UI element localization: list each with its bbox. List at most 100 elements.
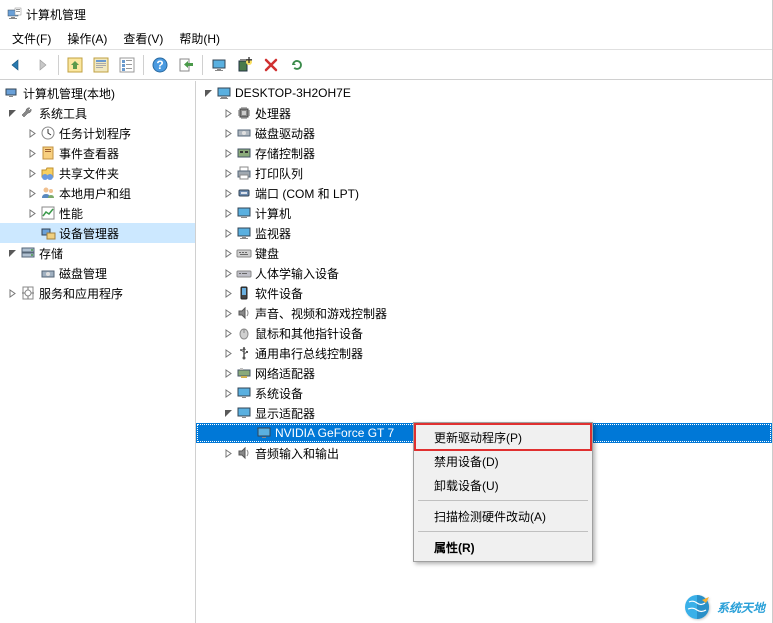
computer-icon — [236, 205, 252, 221]
properties-button[interactable] — [89, 53, 113, 77]
expand-icon[interactable] — [220, 205, 236, 221]
tree-performance[interactable]: 性能 — [0, 203, 195, 223]
watermark-text: 系统天地 — [717, 599, 765, 616]
tree-task-scheduler[interactable]: 任务计划程序 — [0, 123, 195, 143]
ctx-update-driver[interactable]: 更新驱动程序(P) — [416, 425, 590, 449]
expand-icon[interactable] — [220, 245, 236, 261]
tree-event-viewer[interactable]: 事件查看器 — [0, 143, 195, 163]
refresh-button[interactable] — [285, 53, 309, 77]
expand-icon[interactable] — [220, 285, 236, 301]
device-manager-icon — [40, 225, 56, 241]
expand-icon[interactable] — [24, 205, 40, 221]
device-computer[interactable]: 计算机 — [196, 203, 772, 223]
device-sound[interactable]: 声音、视频和游戏控制器 — [196, 303, 772, 323]
printer-icon — [236, 165, 252, 181]
menu-view[interactable]: 查看(V) — [115, 28, 171, 49]
expand-icon[interactable] — [220, 185, 236, 201]
expand-icon[interactable] — [220, 105, 236, 121]
collapse-icon[interactable] — [4, 105, 20, 121]
toolbar: ? + — [0, 50, 772, 80]
globe-icon — [683, 593, 711, 621]
device-disk-drives[interactable]: 磁盘驱动器 — [196, 123, 772, 143]
device-hid[interactable]: 人体学输入设备 — [196, 263, 772, 283]
list-button[interactable] — [115, 53, 139, 77]
device-display-adapters[interactable]: 显示适配器 — [196, 403, 772, 423]
help-button[interactable]: ? — [148, 53, 172, 77]
shared-folder-icon — [40, 165, 56, 181]
expand-icon[interactable] — [220, 265, 236, 281]
expand-icon[interactable] — [220, 365, 236, 381]
device-storage-ctrl[interactable]: 存储控制器 — [196, 143, 772, 163]
ctx-disable-device[interactable]: 禁用设备(D) — [416, 449, 590, 473]
expand-icon[interactable] — [24, 165, 40, 181]
toolbar-separator — [202, 55, 203, 75]
expand-icon[interactable] — [220, 125, 236, 141]
device-mice[interactable]: 鼠标和其他指针设备 — [196, 323, 772, 343]
expand-icon[interactable] — [4, 285, 20, 301]
device-processor[interactable]: 处理器 — [196, 103, 772, 123]
ctx-scan-hardware[interactable]: 扫描检测硬件改动(A) — [416, 504, 590, 528]
ctx-uninstall-device[interactable]: 卸载设备(U) — [416, 473, 590, 497]
expand-icon[interactable] — [24, 145, 40, 161]
device-add-button[interactable]: + — [233, 53, 257, 77]
up-button[interactable] — [63, 53, 87, 77]
tree-local-users[interactable]: 本地用户和组 — [0, 183, 195, 203]
hid-icon — [236, 265, 252, 281]
display-adapter-icon — [256, 425, 272, 441]
delete-button[interactable] — [259, 53, 283, 77]
device-usb[interactable]: 通用串行总线控制器 — [196, 343, 772, 363]
tree-services-apps[interactable]: 服务和应用程序 — [0, 283, 195, 303]
expand-icon[interactable] — [220, 305, 236, 321]
svg-text:?: ? — [156, 58, 163, 72]
collapse-icon[interactable] — [4, 245, 20, 261]
device-root[interactable]: DESKTOP-3H2OH7E — [196, 83, 772, 103]
tree-root[interactable]: 计算机管理(本地) — [0, 83, 195, 103]
tree-device-manager[interactable]: 设备管理器 — [0, 223, 195, 243]
device-ports[interactable]: 端口 (COM 和 LPT) — [196, 183, 772, 203]
menubar: 文件(F) 操作(A) 查看(V) 帮助(H) — [0, 28, 772, 50]
expand-icon[interactable] — [220, 225, 236, 241]
tree-shared-folders[interactable]: 共享文件夹 — [0, 163, 195, 183]
users-icon — [40, 185, 56, 201]
device-system-dev[interactable]: 系统设备 — [196, 383, 772, 403]
device-software[interactable]: 软件设备 — [196, 283, 772, 303]
forward-button[interactable] — [30, 53, 54, 77]
disk-mgmt-icon — [40, 265, 56, 281]
expand-icon[interactable] — [220, 445, 236, 461]
expand-icon[interactable] — [24, 125, 40, 141]
device-keyboards[interactable]: 键盘 — [196, 243, 772, 263]
tree-storage[interactable]: 存储 — [0, 243, 195, 263]
export-button[interactable] — [174, 53, 198, 77]
computer-mgmt-icon — [4, 85, 20, 101]
expand-icon[interactable] — [220, 325, 236, 341]
audio-io-icon — [236, 445, 252, 461]
collapse-icon[interactable] — [220, 405, 236, 421]
ctx-separator — [418, 500, 588, 501]
device-print-queues[interactable]: 打印队列 — [196, 163, 772, 183]
collapse-icon[interactable] — [200, 85, 216, 101]
display-adapter-icon — [236, 405, 252, 421]
network-adapter-icon — [236, 365, 252, 381]
keyboard-icon — [236, 245, 252, 261]
wrench-icon — [20, 105, 36, 121]
monitor-button[interactable] — [207, 53, 231, 77]
left-tree-pane[interactable]: 计算机管理(本地) 系统工具 任务计划程序 事件查看器 共享文件夹 — [0, 81, 196, 623]
expand-icon[interactable] — [220, 345, 236, 361]
menu-action[interactable]: 操作(A) — [59, 28, 115, 49]
expand-icon[interactable] — [220, 165, 236, 181]
tree-system-tools[interactable]: 系统工具 — [0, 103, 195, 123]
app-window: 计算机管理 文件(F) 操作(A) 查看(V) 帮助(H) ? + 计算机管理(… — [0, 0, 773, 623]
content-area: 计算机管理(本地) 系统工具 任务计划程序 事件查看器 共享文件夹 — [0, 80, 772, 623]
ctx-properties[interactable]: 属性(R) — [416, 535, 590, 559]
port-icon — [236, 185, 252, 201]
device-network[interactable]: 网络适配器 — [196, 363, 772, 383]
expand-icon[interactable] — [24, 185, 40, 201]
menu-file[interactable]: 文件(F) — [4, 28, 59, 49]
tree-disk-mgmt[interactable]: 磁盘管理 — [0, 263, 195, 283]
expand-icon[interactable] — [220, 145, 236, 161]
back-button[interactable] — [4, 53, 28, 77]
menu-help[interactable]: 帮助(H) — [171, 28, 228, 49]
expand-icon[interactable] — [220, 385, 236, 401]
right-tree-pane[interactable]: DESKTOP-3H2OH7E 处理器 磁盘驱动器 存储控制器 打印队列 端口 … — [196, 81, 772, 623]
device-monitors[interactable]: 监视器 — [196, 223, 772, 243]
